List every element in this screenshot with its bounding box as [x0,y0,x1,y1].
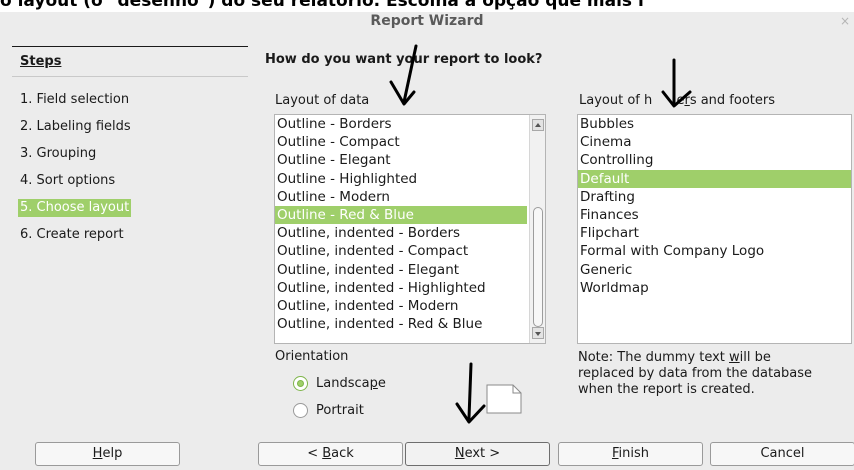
steps-title: Steps [20,54,62,69]
list-item[interactable]: Flipchart [578,224,851,242]
layout-of-data-label: Layout of data [275,93,370,108]
scroll-thumb[interactable] [533,207,543,327]
list-item[interactable]: Outline - Borders [275,115,545,133]
step-labeling-fields[interactable]: 2. Labeling fields [18,118,133,136]
list-item[interactable]: Outline, indented - Highlighted [275,279,545,297]
layout-list-scrollbar[interactable] [529,115,545,343]
portrait-radio[interactable] [293,402,308,418]
step-choose-layout[interactable]: 5. Choose layout [18,199,132,217]
list-item[interactable]: Outline, indented - Compact [275,242,545,260]
back-button[interactable]: < Back [258,442,403,466]
list-item[interactable]: Outline - Compact [275,133,545,151]
list-item[interactable]: Cinema [578,133,851,151]
annotation-arrow-icon [661,58,692,108]
list-item[interactable]: Formal with Company Logo [578,242,851,260]
list-item[interactable]: Outline, indented - Borders [275,224,545,242]
background-caption-text: o layout (o "desenho") do seu relatório.… [0,0,644,11]
next-button[interactable]: Next > [405,442,550,466]
steps-divider [12,76,248,77]
list-item[interactable]: Outline - Highlighted [275,170,545,188]
finish-button[interactable]: Finish [558,442,703,466]
list-item[interactable]: Controlling [578,151,851,169]
annotation-arrow-icon [389,44,418,106]
list-item[interactable]: Bubbles [578,115,851,133]
step-field-selection[interactable]: 1. Field selection [18,91,131,109]
list-item-selected[interactable]: Outline - Red & Blue [275,205,527,225]
portrait-option[interactable]: Portrait [293,400,364,420]
list-item[interactable]: Worldmap [578,279,851,297]
annotation-arrow-icon [455,362,486,424]
portrait-label: Portrait [316,402,364,418]
window-title: Report Wizard [370,13,484,29]
scroll-down-icon[interactable] [532,327,544,339]
list-item[interactable]: Outline - Elegant [275,151,545,169]
layout-of-data-list[interactable]: Outline - Borders Outline - Compact Outl… [274,114,546,344]
title-bar: Report Wizard × [0,12,854,32]
landscape-label: Landscape [316,375,386,391]
orientation-label: Orientation [275,349,349,364]
list-item[interactable]: Outline, indented - Modern [275,297,545,315]
step-sort-options[interactable]: 4. Sort options [18,172,117,190]
step-create-report[interactable]: 6. Create report [18,226,126,244]
list-item[interactable]: Generic [578,261,851,279]
step-grouping[interactable]: 3. Grouping [18,145,98,163]
close-icon[interactable]: × [840,14,850,28]
list-item[interactable]: Outline, indented - Red & Blue [275,315,545,333]
landscape-radio[interactable] [293,375,308,391]
help-button[interactable]: Help [35,442,180,466]
list-item-selected[interactable]: Default [578,169,851,188]
list-item[interactable]: Outline - Modern [275,188,545,206]
steps-divider-top [12,46,248,47]
list-item[interactable]: Finances [578,206,851,224]
list-item[interactable]: Drafting [578,188,851,206]
scroll-up-icon[interactable] [532,119,544,131]
landscape-option[interactable]: Landscape [293,373,386,393]
landscape-page-icon [486,384,522,414]
layout-headers-list[interactable]: Bubbles Cinema Controlling Default Draft… [577,114,852,344]
dummy-text-note: Note: The dummy text will be replaced by… [578,350,813,397]
list-item[interactable]: Outline, indented - Elegant [275,261,545,279]
cancel-button[interactable]: Cancel [710,442,854,466]
